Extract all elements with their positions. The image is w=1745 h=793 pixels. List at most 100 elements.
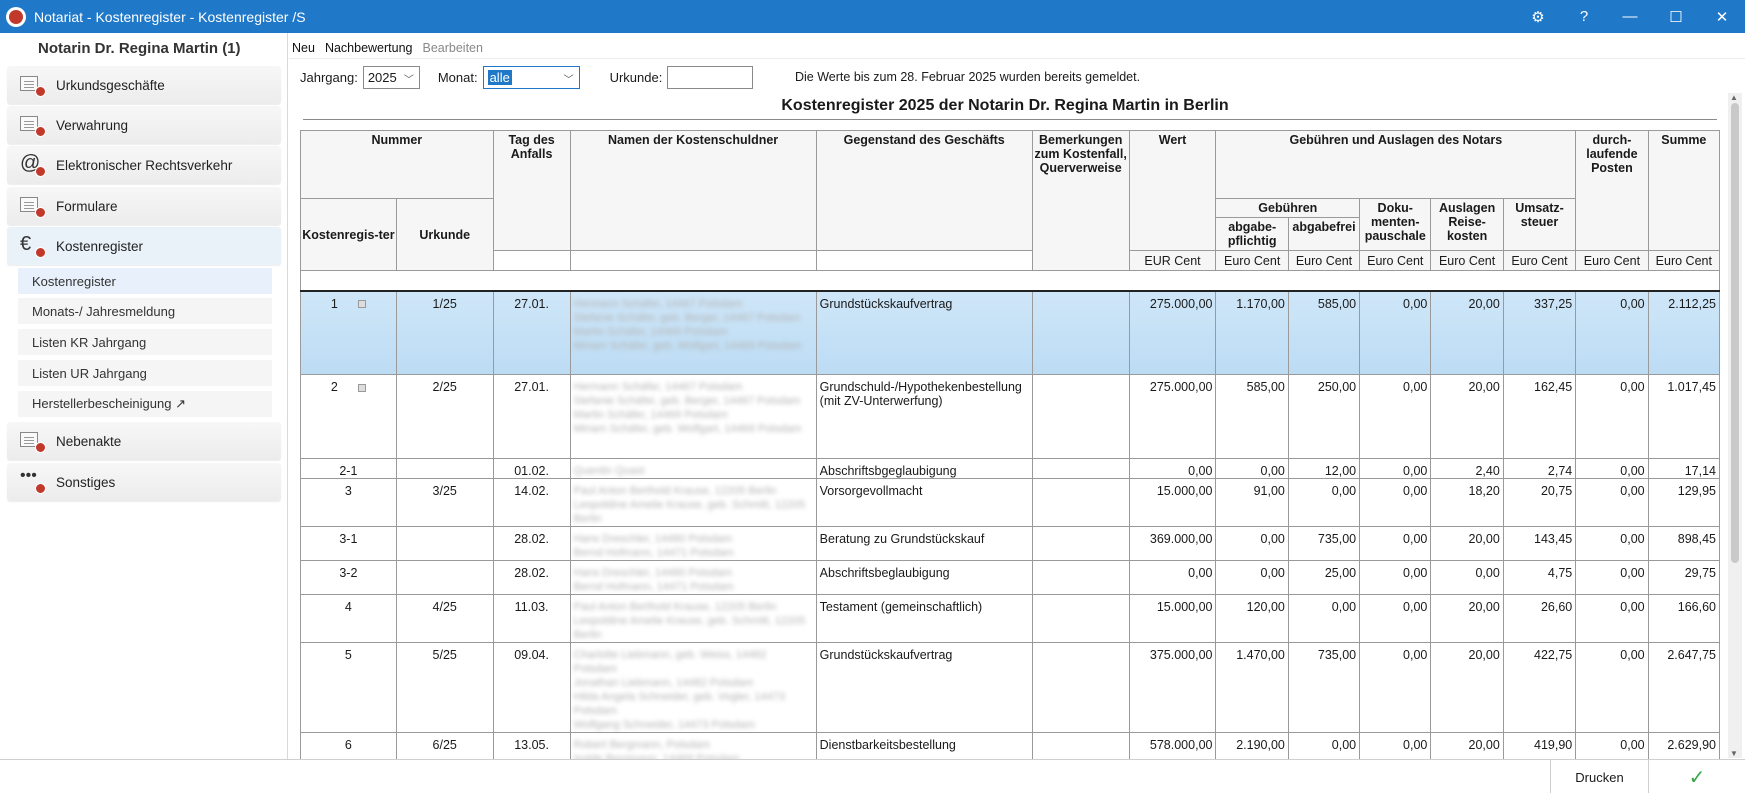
cell-urkunde [395, 458, 494, 479]
help-icon[interactable]: ? [1561, 0, 1607, 33]
unit-wert: EUR Cent [1128, 250, 1217, 271]
debtor-name: Hermann Schäfer, 14467 Potsdam [573, 381, 743, 393]
scroll-up-icon[interactable]: ▲ [1730, 93, 1738, 102]
cell-abgabepflichtig: 0,00 [1215, 560, 1289, 595]
unit-reise: Euro Cent [1430, 250, 1504, 271]
cell-abgabefrei: 250,00 [1287, 374, 1361, 459]
report-title: Kostenregister 2025 der Notarin Dr. Regi… [781, 97, 1229, 114]
print-button[interactable]: Drucken [1550, 760, 1648, 793]
cell-wert: 0,00 [1128, 458, 1217, 479]
subitem-herstellerbescheinigung[interactable]: Herstellerbescheinigung ↗ [18, 391, 272, 418]
debtor-name: Hermann Schäfer, 14467 Potsdam [573, 297, 743, 310]
subitem-listen-kr-jahrgang[interactable]: Listen KR Jahrgang [18, 329, 272, 356]
table-row[interactable]: 3-2 28.02. Hans Dreschler, 14480 Potsdam Be… [300, 560, 1720, 595]
cell-abgabepflichtig: 0,00 [1215, 458, 1289, 479]
cell-kr-value: 4 [344, 600, 352, 614]
table-row[interactable]: 5 5/25 09.04. Charlotte Liebmann, geb. Weis… [300, 642, 1720, 733]
cell-abgabepflichtig: 1.170,00 [1215, 290, 1289, 375]
sidebar-item-elektronischer-rechtsverkehr[interactable]: @ Elektronischer Rechtsverkehr [7, 146, 281, 184]
cell-abgabefrei: 12,00 [1287, 458, 1361, 479]
cell-wert: 15.000,00 [1128, 594, 1217, 643]
debtor-name: Miriam Schäfer, geb. Wolfgart, 14469 Pot… [573, 423, 802, 435]
header-tag: Tag des Anfalls [492, 130, 571, 251]
header-blank-row [300, 270, 1720, 292]
sidebar-item-verwahrung[interactable]: Verwahrung [7, 106, 281, 144]
cell-kr-value: 3 [344, 484, 352, 498]
debtor-name: Paul Anton Berthold Krause, 12205 Berlin [573, 485, 777, 497]
cell-gegenstand: Dienstbarkeitsbestellung [815, 732, 1033, 760]
sidebar-item-formulare[interactable]: Formulare [7, 187, 281, 225]
cell-kostenregister: 4 [300, 594, 397, 643]
cell-urkunde: 4/25 [395, 594, 494, 643]
header-nummer-label: Nummer [371, 133, 423, 147]
sidebar-item-urkundsgeschaefte[interactable]: Urkundsgeschäfte [7, 66, 281, 104]
table-row[interactable]: 4 4/25 11.03. Paul Anton Berthold Krause, 1… [300, 594, 1720, 643]
table-row[interactable]: 2-1 01.02. Quentin Quast Abschriftsbgeglaub… [300, 458, 1720, 479]
maximize-icon[interactable]: ☐ [1653, 0, 1699, 33]
cell-umsatzsteuer: 422,75 [1502, 642, 1577, 733]
cell-bemerkungen [1031, 458, 1130, 479]
scrollbar-thumb[interactable] [1731, 103, 1739, 563]
cell-kr-value: 2 [330, 380, 338, 394]
close-icon[interactable]: ✕ [1699, 0, 1745, 33]
year-select[interactable]: 2025 ﹀ [362, 65, 420, 89]
subitem-listen-ur-jahrgang[interactable]: Listen UR Jahrgang [18, 360, 272, 387]
cell-bemerkungen [1031, 594, 1130, 643]
revaluation-button[interactable]: Nachbewertung [325, 41, 413, 55]
cell-umsatzsteuer: 337,25 [1502, 290, 1577, 375]
subitem-kostenregister[interactable]: Kostenregister [18, 268, 272, 295]
sidebar-item-kostenregister[interactable]: € Kostenregister [7, 227, 281, 265]
month-select[interactable]: alle ﹀ [482, 65, 580, 89]
table-row[interactable]: 2 2/25 27.01. Hermann Schäfer, 14467 Potsda… [300, 374, 1720, 459]
table-row[interactable]: 3 3/25 14.02. Paul Anton Berthold Krause, 1… [300, 478, 1720, 527]
header-abgabefrei: abgabefrei [1287, 217, 1361, 251]
vertical-scrollbar[interactable]: ▲ ▼ [1728, 93, 1742, 758]
cell-namen: Charlotte Liebmann, geb. Weiss, 14482 Po… [569, 642, 817, 733]
debtor-name: Hans Dreschler, 14480 Potsdam [573, 533, 732, 545]
at-seal-icon: @ [20, 152, 46, 177]
cell-wert: 275.000,00 [1128, 374, 1217, 459]
more-seal-icon: ••• [20, 467, 46, 494]
table-row[interactable]: 3-1 28.02. Hans Dreschler, 14480 Potsdam Be… [300, 526, 1720, 561]
edit-button[interactable]: Bearbeiten [423, 41, 483, 55]
debtor-name: Charlotte Liebmann, geb. Weiss, 14482 Po… [573, 649, 767, 675]
unit-durch: Euro Cent [1575, 250, 1649, 271]
confirm-check-icon[interactable]: ✓ [1648, 760, 1745, 793]
cell-umsatzsteuer: 26,60 [1502, 594, 1577, 643]
table-row[interactable]: 1 1/25 27.01. Hermann Schäfer, 14467 Potsda… [300, 290, 1720, 375]
cell-gegenstand: Grundstückskaufvertrag [815, 642, 1033, 733]
cell-durchlaufend: 0,00 [1575, 642, 1649, 733]
cell-durchlaufend: 0,00 [1575, 526, 1649, 561]
cell-durchlaufend: 0,00 [1575, 732, 1649, 760]
table-row[interactable]: 6 6/25 13.05. Robert Bergmann, Potsdam Isold… [300, 732, 1720, 760]
cell-abgabefrei: 735,00 [1287, 526, 1361, 561]
cell-umsatzsteuer: 162,45 [1502, 374, 1577, 459]
deed-input[interactable] [667, 65, 754, 89]
cell-reisekosten: 20,00 [1430, 374, 1504, 459]
settings-icon[interactable]: ⚙ [1515, 0, 1561, 33]
cell-summe: 2.629,90 [1647, 732, 1720, 760]
header-kostenregister: Kostenregis-ter [300, 198, 397, 271]
bottom-bar: Drucken ✓ [0, 759, 1745, 793]
cell-dokumentenpauschale: 0,00 [1359, 526, 1432, 561]
sidebar-item-label: Verwahrung [56, 117, 129, 133]
cell-umsatzsteuer: 2,74 [1502, 458, 1577, 479]
cell-kr-value: 1 [330, 296, 338, 311]
new-button[interactable]: Neu [292, 41, 315, 55]
month-value: alle [487, 69, 512, 85]
header-durchlaufend: durch-laufende Posten [1575, 130, 1649, 251]
subitem-monats-jahresmeldung[interactable]: Monats-/ Jahresmeldung [18, 298, 272, 325]
minimize-icon[interactable]: — [1607, 0, 1653, 33]
safe-seal-icon [20, 114, 46, 137]
scroll-down-icon[interactable]: ▼ [1730, 749, 1738, 758]
cell-tag: 27.01. [492, 374, 571, 459]
euro-seal-icon: € [20, 233, 46, 258]
year-label: Jahrgang: [300, 69, 358, 85]
cell-gegenstand: Grundstückskaufvertrag [815, 290, 1033, 375]
sidebar-item-sonstiges[interactable]: ••• Sonstiges [7, 463, 281, 501]
cell-tag: 27.01. [492, 290, 571, 375]
cell-reisekosten: 20,00 [1430, 526, 1504, 561]
cell-reisekosten: 20,00 [1430, 290, 1504, 375]
sidebar-item-nebenakte[interactable]: Nebenakte [7, 422, 281, 460]
cell-urkunde: 3/25 [395, 478, 494, 527]
